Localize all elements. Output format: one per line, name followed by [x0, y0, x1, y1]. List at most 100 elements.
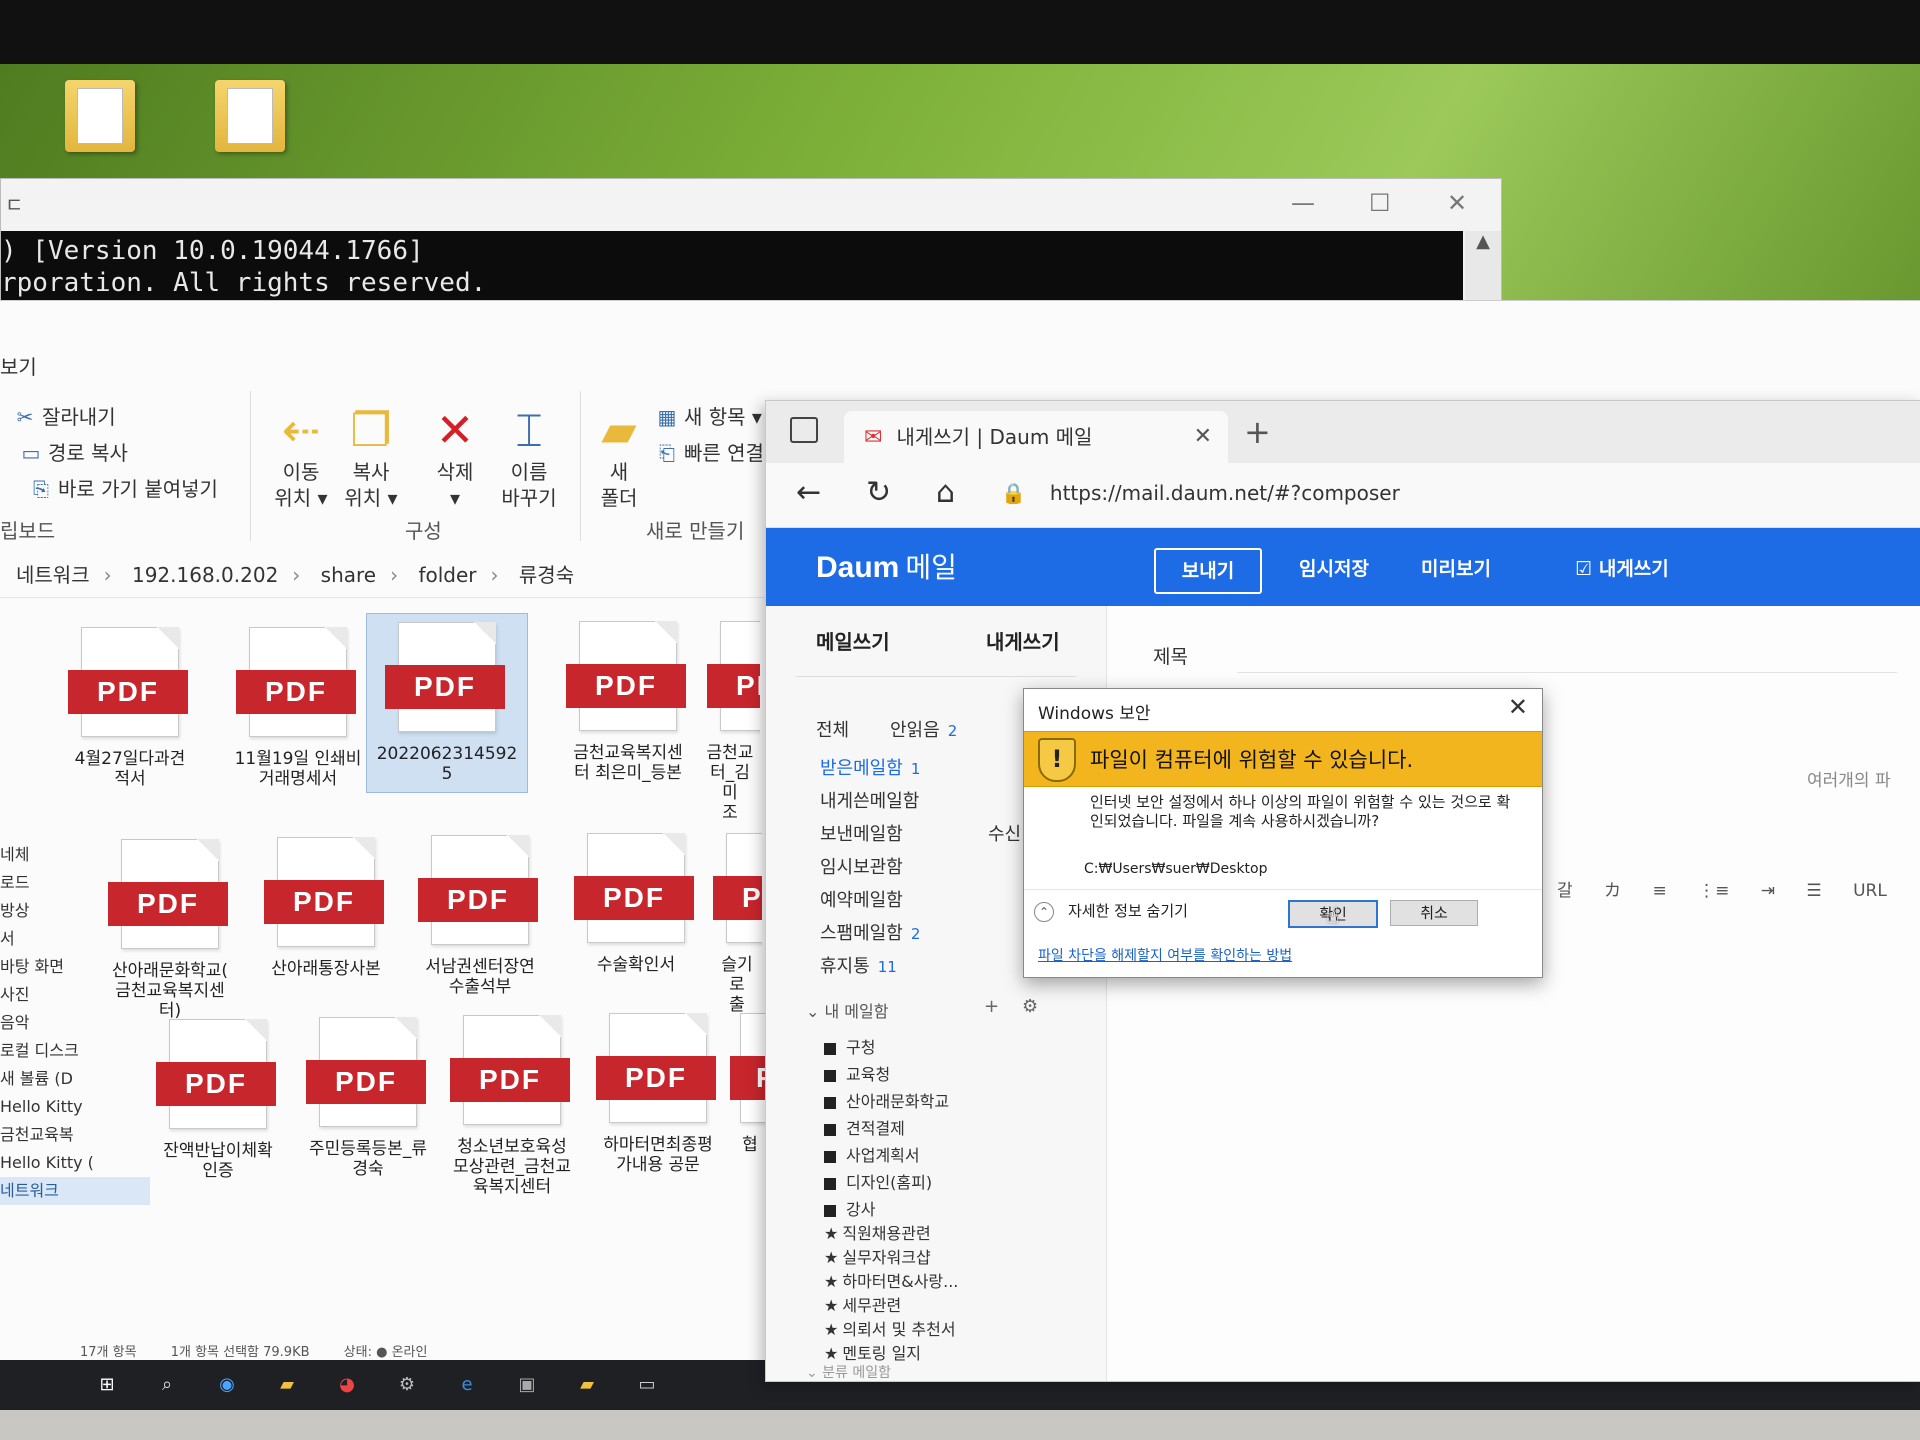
filter-all[interactable]: 전체 — [816, 716, 849, 742]
mailbox-spam[interactable]: 스팸메일함 2 — [820, 919, 920, 945]
internet-explorer-icon[interactable]: e — [450, 1368, 484, 1402]
edge-icon[interactable]: ◉ — [210, 1368, 244, 1402]
font-size-tool[interactable]: 갈 — [1557, 881, 1573, 901]
breadcrumb-item[interactable]: folder — [418, 563, 476, 587]
folder-item[interactable]: ★ 실무자워크샵 — [824, 1244, 931, 1268]
folder-item[interactable]: ★ 의뢰서 및 추천서 — [824, 1316, 956, 1340]
nav-item[interactable]: 서 — [0, 925, 150, 953]
folder-item[interactable]: ★ 멘토링 일지 — [824, 1340, 921, 1364]
settings-icon[interactable]: ⚙ — [390, 1368, 424, 1402]
minimize-button[interactable]: — — [1291, 189, 1315, 217]
console-scrollbar[interactable]: ▲ — [1465, 231, 1501, 311]
daum-logo[interactable]: Daum 메일 — [816, 546, 957, 586]
compose-mail-tab[interactable]: 메일쓰기 — [816, 626, 890, 655]
folder-item[interactable]: 산아래문화학교 — [824, 1088, 949, 1112]
nav-item-network[interactable]: 네트워크 — [0, 1177, 150, 1205]
navigation-pane[interactable]: 네체 로드 방상 서 바탕 화면 사진 음악 로컬 디스크 새 볼륨 (D He… — [0, 841, 150, 1205]
cmd-titlebar[interactable]: ㄷ — ☐ ✕ — [1, 179, 1501, 227]
nav-item[interactable]: 로드 — [0, 869, 150, 897]
nav-item[interactable]: 네체 — [0, 841, 150, 869]
hide-details-toggle[interactable]: ⌃ 자세한 정보 숨기기 — [1034, 900, 1188, 922]
file-item[interactable]: PDF 산아래통장사본 — [246, 829, 406, 979]
folder-icon[interactable]: ▰ — [570, 1368, 604, 1402]
mailbox-sent[interactable]: 보낸메일함 — [820, 820, 903, 846]
terminal-icon[interactable]: ▭ — [630, 1368, 664, 1402]
chrome-icon[interactable]: ◕ — [330, 1368, 364, 1402]
file-item[interactable]: PDF 잔액반납이체확 인증 — [138, 1011, 298, 1181]
mailbox-sent-to-me[interactable]: 내게쓴메일함 — [820, 787, 919, 813]
nav-item-music[interactable]: 음악 — [0, 1009, 150, 1037]
list-tool[interactable]: ⋮≡ — [1698, 881, 1729, 901]
breadcrumb-item[interactable]: share — [321, 563, 376, 587]
new-folder-button[interactable]: ▰ 새 폴더 — [580, 401, 658, 511]
back-button[interactable]: ← — [796, 475, 821, 510]
nav-item[interactable]: Hello Kitty ( — [0, 1149, 150, 1177]
search-icon[interactable]: ⌕ — [150, 1368, 184, 1402]
file-item[interactable]: PDF 금천교육복지센 터 최은미_등본 — [548, 613, 708, 783]
nav-item[interactable]: 방상 — [0, 897, 150, 925]
close-button[interactable]: ✕ — [1447, 189, 1467, 217]
windows-security-dialog[interactable]: Windows 보안 ✕ ! 파일이 컴퓨터에 위험할 수 있습니다. 인터넷 … — [1023, 688, 1543, 978]
file-item[interactable]: PDF 수술확인서 — [556, 825, 716, 975]
refresh-button[interactable]: ↻ — [866, 475, 891, 510]
nav-item-desktop[interactable]: 바탕 화면 — [0, 953, 150, 981]
cancel-button[interactable]: 취소 — [1390, 900, 1478, 926]
nav-item-pictures[interactable]: 사진 — [0, 981, 150, 1009]
font-style-tool[interactable]: カ — [1604, 881, 1621, 901]
new-item-button[interactable]: ▦ 새 항목 ▾ — [656, 401, 762, 430]
folder-item[interactable]: ★ 직원채용관련 — [824, 1220, 931, 1244]
move-to-button[interactable]: ⇠ 이동 위치 ▾ — [262, 401, 340, 511]
close-icon[interactable]: ✕ — [1508, 693, 1528, 721]
indent-tool[interactable]: ⇥ — [1761, 881, 1775, 901]
folder-item[interactable]: 강사 — [824, 1196, 875, 1220]
folder-item[interactable]: ★ 하마터면&사랑... — [824, 1268, 958, 1292]
desktop-folder-icon[interactable] — [210, 80, 290, 170]
mailbox-inbox[interactable]: 받은메일함 1 — [820, 754, 920, 780]
nav-item[interactable]: Hello Kitty — [0, 1093, 150, 1121]
cut-button[interactable]: ✂ 잘라내기 — [14, 401, 116, 430]
folder-item[interactable]: ★ 세무관련 — [824, 1292, 901, 1316]
folder-item[interactable]: 견적결제 — [824, 1115, 905, 1139]
mailbox-drafts[interactable]: 임시보관함 — [820, 853, 903, 879]
save-draft-button[interactable]: 임시저장 — [1284, 548, 1384, 590]
close-tab-icon[interactable]: ✕ — [1194, 411, 1212, 463]
nav-item-volume-d[interactable]: 새 볼륨 (D — [0, 1065, 150, 1093]
file-item[interactable]: PDF 주민등록등본_류 경숙 — [288, 1009, 448, 1179]
new-tab-button[interactable]: + — [1244, 413, 1271, 451]
breadcrumb-item[interactable]: 네트워크 — [16, 563, 90, 587]
file-item[interactable]: PDF 서남권센터장연 수출석부 — [400, 827, 560, 997]
paste-shortcut-button[interactable]: ⎘ 바로 가기 붙여넣기 — [30, 473, 218, 502]
add-mailbox-button[interactable]: + — [984, 996, 999, 1017]
url-tool[interactable]: URL — [1853, 881, 1887, 901]
align-tool[interactable]: ≡ — [1652, 881, 1666, 901]
nav-item[interactable]: 금천교육복 — [0, 1121, 150, 1149]
tab-bar[interactable]: ✉ 내게쓰기 | Daum 메일 ✕ + — [766, 401, 1920, 463]
preview-button[interactable]: 미리보기 — [1406, 548, 1506, 590]
file-item[interactable]: PDF 4월27일다과견 적서 — [50, 619, 210, 789]
app-icon[interactable]: ▣ — [510, 1368, 544, 1402]
quick-access-button[interactable]: ⎗ 빠른 연결 — [656, 437, 764, 466]
folder-item[interactable]: 디자인(홈피) — [824, 1169, 932, 1193]
file-item[interactable]: PDF협 — [730, 1005, 770, 1155]
write-to-me-tab[interactable]: 내게쓰기 — [986, 626, 1060, 655]
nav-item-local-disk[interactable]: 로컬 디스크 — [0, 1037, 150, 1065]
folder-item[interactable]: 교육청 — [824, 1061, 890, 1085]
tab-actions-icon[interactable] — [790, 417, 818, 443]
file-item-selected[interactable]: PDF 2022062314592 5 — [366, 613, 528, 793]
rename-button[interactable]: ⌶ 이름 바꾸기 — [490, 401, 568, 511]
subject-input[interactable] — [1237, 636, 1897, 673]
file-item[interactable]: PDF슬기로 출 — [712, 825, 762, 1015]
receive-label[interactable]: 수신 — [988, 820, 1021, 846]
breadcrumb-item[interactable]: 192.168.0.202 — [132, 563, 278, 587]
gear-icon[interactable]: ⚙ — [1022, 996, 1038, 1017]
mailbox-scheduled[interactable]: 예약메일함 — [820, 886, 903, 912]
line-tool[interactable]: ☰ — [1806, 881, 1821, 901]
file-item[interactable]: PDF 11월19일 인쇄비 거래명세서 — [218, 619, 378, 789]
editor-toolbar[interactable]: 갈 カ ≡ ⋮≡ ⇥ ☰ URL 🖼 — [1557, 876, 1920, 901]
command-prompt-window[interactable]: ㄷ — ☐ ✕ ) [Version 10.0.19044.1766] rpora… — [0, 178, 1502, 315]
copy-path-button[interactable]: ▭ 경로 복사 — [20, 437, 128, 466]
send-button[interactable]: 보내기 — [1154, 548, 1262, 594]
category-mailbox-toggle[interactable]: ⌄ 분류 메일함 — [806, 1362, 891, 1382]
filter-unread[interactable]: 안읽음 2 — [890, 716, 957, 742]
folder-item[interactable]: 구청 — [824, 1034, 875, 1058]
